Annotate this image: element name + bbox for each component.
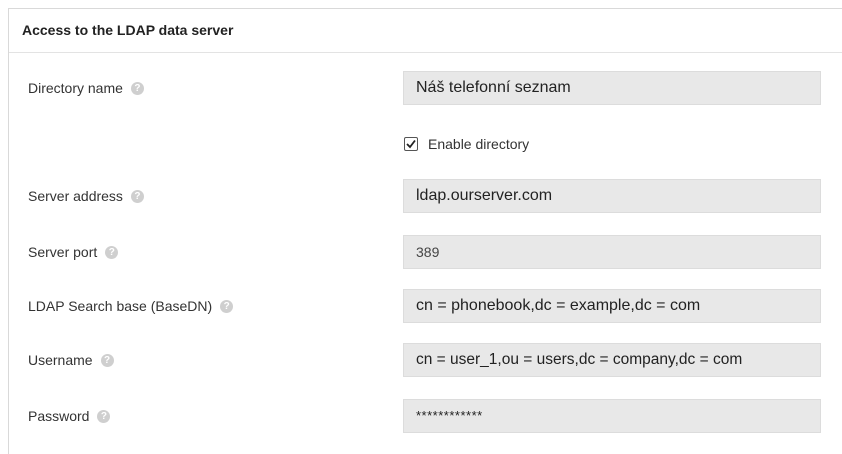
search-base-input[interactable]: cn = phonebook,dc = example,dc = com	[403, 289, 821, 323]
username-label: Username?	[28, 341, 114, 379]
enable-directory-checkbox[interactable]	[404, 137, 418, 152]
enable-directory-label: Enable directory	[428, 136, 530, 152]
enable-directory-option[interactable]: Enable directory	[404, 134, 529, 154]
server-address-input[interactable]: ldap.ourserver.com	[403, 179, 821, 213]
help-icon[interactable]: ?	[100, 353, 114, 367]
username-input[interactable]: cn = user_1,ou = users,dc = company,dc =…	[403, 343, 821, 377]
help-icon[interactable]: ?	[130, 81, 144, 95]
password-input[interactable]: ************	[403, 399, 821, 433]
help-icon[interactable]: ?	[130, 189, 144, 203]
help-icon[interactable]: ?	[97, 409, 111, 423]
server-port-input[interactable]: 389	[403, 235, 821, 269]
checkmark-icon	[406, 140, 416, 149]
help-icon[interactable]: ?	[105, 245, 119, 259]
help-icon[interactable]: ?	[220, 299, 234, 313]
search-base-label: LDAP Search base (BaseDN)?	[28, 287, 234, 325]
server-port-label: Server port?	[28, 233, 119, 271]
password-label: Password?	[28, 397, 111, 435]
directory-name-input[interactable]: Náš telefonní seznam	[403, 71, 821, 105]
server-address-label: Server address?	[28, 177, 144, 215]
title-divider	[9, 52, 842, 53]
directory-name-label: Directory name?	[28, 69, 144, 107]
section-title: Access to the LDAP data server	[22, 22, 234, 38]
